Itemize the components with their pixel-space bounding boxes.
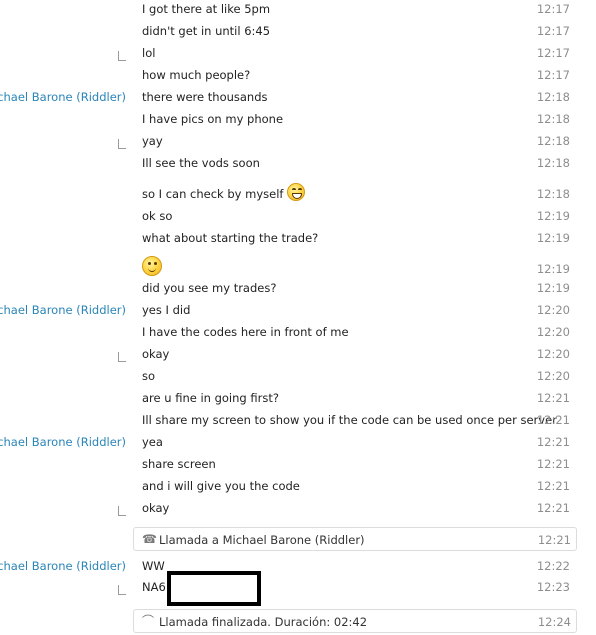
message-row: so 12:20 [0, 364, 596, 386]
message-row: I have pics on my phone 12:18 [0, 107, 596, 129]
message-row: I have the codes here in front of me 12:2… [0, 320, 596, 342]
continuation-marker [118, 585, 126, 595]
message-time: 12:23 [536, 580, 570, 594]
message-text [142, 256, 162, 276]
call-text: Llamada a Michael Barone (Riddler) [159, 533, 365, 547]
message-row: Michael Barone (Riddler)WW12:22 [0, 554, 596, 576]
sender-name[interactable]: Michael Barone (Riddler) [0, 303, 126, 317]
message-time: 12:21 [536, 391, 570, 405]
laughing-emoji [287, 183, 306, 201]
message-row: how much people? 12:17 [0, 63, 596, 85]
message-time: 12:17 [536, 46, 570, 60]
message-text: are u fine in going first? [142, 391, 279, 405]
message-text: how much people? [142, 68, 251, 82]
message-time: 12:21 [536, 413, 570, 427]
message-text: I have pics on my phone [142, 112, 284, 126]
message-time: 12:19 [536, 262, 570, 276]
chat-history: I got there at like 5pm 12:17 didn't get i… [0, 0, 596, 635]
message-text: ok so [142, 209, 173, 223]
message-time: 12:17 [536, 24, 570, 38]
message-text: Ill share my screen to show you if the c… [142, 413, 557, 427]
smile-emoji [142, 256, 162, 276]
message-time: 12:20 [536, 369, 570, 383]
message-row: okay 12:20 [0, 342, 596, 364]
message-row: didn't get in until 6:45 12:17 [0, 19, 596, 41]
message-row: Ill see the vods soon 12:18 [0, 151, 596, 173]
message-text: didn't get in until 6:45 [142, 24, 271, 38]
continuation-marker [118, 139, 126, 149]
message-text: so I can check by myself [142, 183, 306, 201]
message-time: 12:21 [536, 435, 570, 449]
message-row: did you see my trades? 12:19 [0, 276, 596, 298]
message-text: I have the codes here in front of me [142, 325, 349, 339]
continuation-marker [118, 352, 126, 362]
message-time: 12:21 [536, 501, 570, 515]
message-time: 12:18 [536, 134, 570, 148]
message-text: okay [142, 501, 170, 515]
call-ended-notice: ⌒ Llamada finalizada. Duración: 02:42 12:2… [133, 609, 577, 633]
message-time: 12:20 [536, 347, 570, 361]
message-time: 12:18 [536, 90, 570, 104]
message-row: okay 12:21 [0, 496, 596, 518]
message-time: 12:19 [536, 209, 570, 223]
message-row: Michael Barone (Riddler) yea 12:21 [0, 430, 596, 452]
message-row: NA6 12:23 [0, 571, 596, 606]
redaction-box [166, 571, 261, 606]
message-time: 12:18 [536, 112, 570, 126]
message-time: 12:17 [536, 68, 570, 82]
message-row: yay 12:18 [0, 129, 596, 151]
message-time: 12:21 [536, 479, 570, 493]
message-text: what about starting the trade? [142, 231, 319, 245]
message-time: 12:19 [536, 231, 570, 245]
message-text: lol [142, 46, 156, 60]
message-text: I got there at like 5pm [142, 2, 271, 16]
message-row: so I can check by myself 12:18 [0, 182, 596, 204]
call-time: 12:21 [537, 533, 571, 547]
message-time: 12:21 [536, 457, 570, 471]
message-time: 12:18 [536, 156, 570, 170]
message-row: and i will give you the code 12:21 [0, 474, 596, 496]
message-row: lol 12:17 [0, 41, 596, 63]
hangup-icon: ⌒ [142, 614, 155, 628]
call-text: Llamada finalizada. Duración: 02:42 [159, 615, 368, 629]
sender-name[interactable]: Michael Barone (Riddler) [0, 90, 126, 104]
continuation-marker [118, 51, 126, 61]
message-text: yes I did [142, 303, 191, 317]
call-started-notice: ☎ Llamada a Michael Barone (Riddler) 12:21 [133, 527, 577, 551]
message-row: I got there at like 5pm 12:17 [0, 0, 596, 19]
message-text: share screen [142, 457, 216, 471]
message-time: 12:22 [536, 559, 570, 573]
message-row: Michael Barone (Riddler) there were thous… [0, 85, 596, 107]
message-text: did you see my trades? [142, 281, 277, 295]
sender-name[interactable]: Michael Barone (Riddler) [0, 435, 126, 449]
message-text: yay [142, 134, 163, 148]
message-text: there were thousands [142, 90, 268, 104]
message-row: what about starting the trade? 12:19 [0, 226, 596, 248]
message-text: so [142, 369, 156, 383]
message-time: 12:20 [536, 325, 570, 339]
message-time: 12:18 [536, 187, 570, 201]
message-time: 12:19 [536, 281, 570, 295]
message-time: 12:20 [536, 303, 570, 317]
message-text: Ill see the vods soon [142, 156, 260, 170]
message-text: and i will give you the code [142, 479, 300, 493]
sender-name[interactable]: Michael Barone (Riddler) [0, 559, 126, 573]
message-text: NA6 [142, 571, 261, 606]
message-row: Michael Barone (Riddler) yes I did 12:20 [0, 298, 596, 320]
message-row: are u fine in going first? 12:21 [0, 386, 596, 408]
message-time: 12:17 [536, 2, 570, 16]
message-row: ok so 12:19 [0, 204, 596, 226]
message-row: share screen 12:21 [0, 452, 596, 474]
message-row: Ill share my screen to show you if the c… [0, 408, 596, 430]
message-text: okay [142, 347, 170, 361]
continuation-marker [118, 506, 126, 516]
call-time: 12:24 [537, 615, 571, 629]
phone-icon: ☎ [142, 532, 157, 546]
message-text: yea [142, 435, 163, 449]
